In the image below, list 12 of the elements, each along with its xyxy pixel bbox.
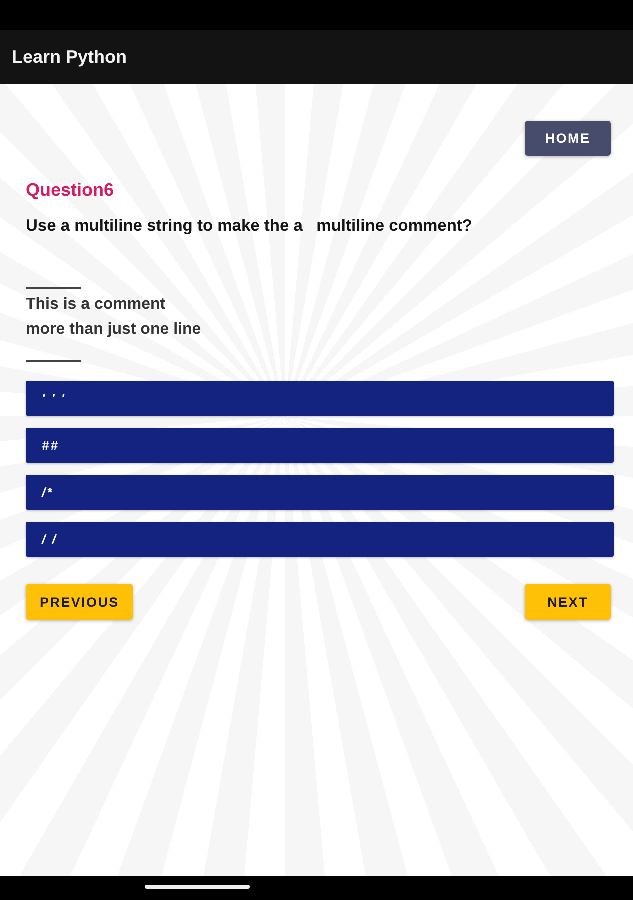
answer-option[interactable]: ' ' ' (26, 381, 614, 416)
home-button[interactable]: HOME (525, 121, 611, 156)
code-snippet: This is a comment more than just one line (26, 295, 202, 340)
answer-option[interactable]: / / (26, 522, 614, 557)
next-button[interactable]: NEXT (525, 584, 611, 620)
app-title: Learn Python (12, 46, 128, 68)
previous-button[interactable]: PREVIOUS (26, 584, 134, 620)
answer-option[interactable]: ## (26, 428, 614, 463)
question-number: Question6 (26, 179, 114, 201)
answer-option[interactable]: /* (26, 475, 614, 510)
home-indicator[interactable] (145, 885, 250, 889)
question-text: Use a multiline string to make the a multiline comment? (26, 216, 473, 237)
